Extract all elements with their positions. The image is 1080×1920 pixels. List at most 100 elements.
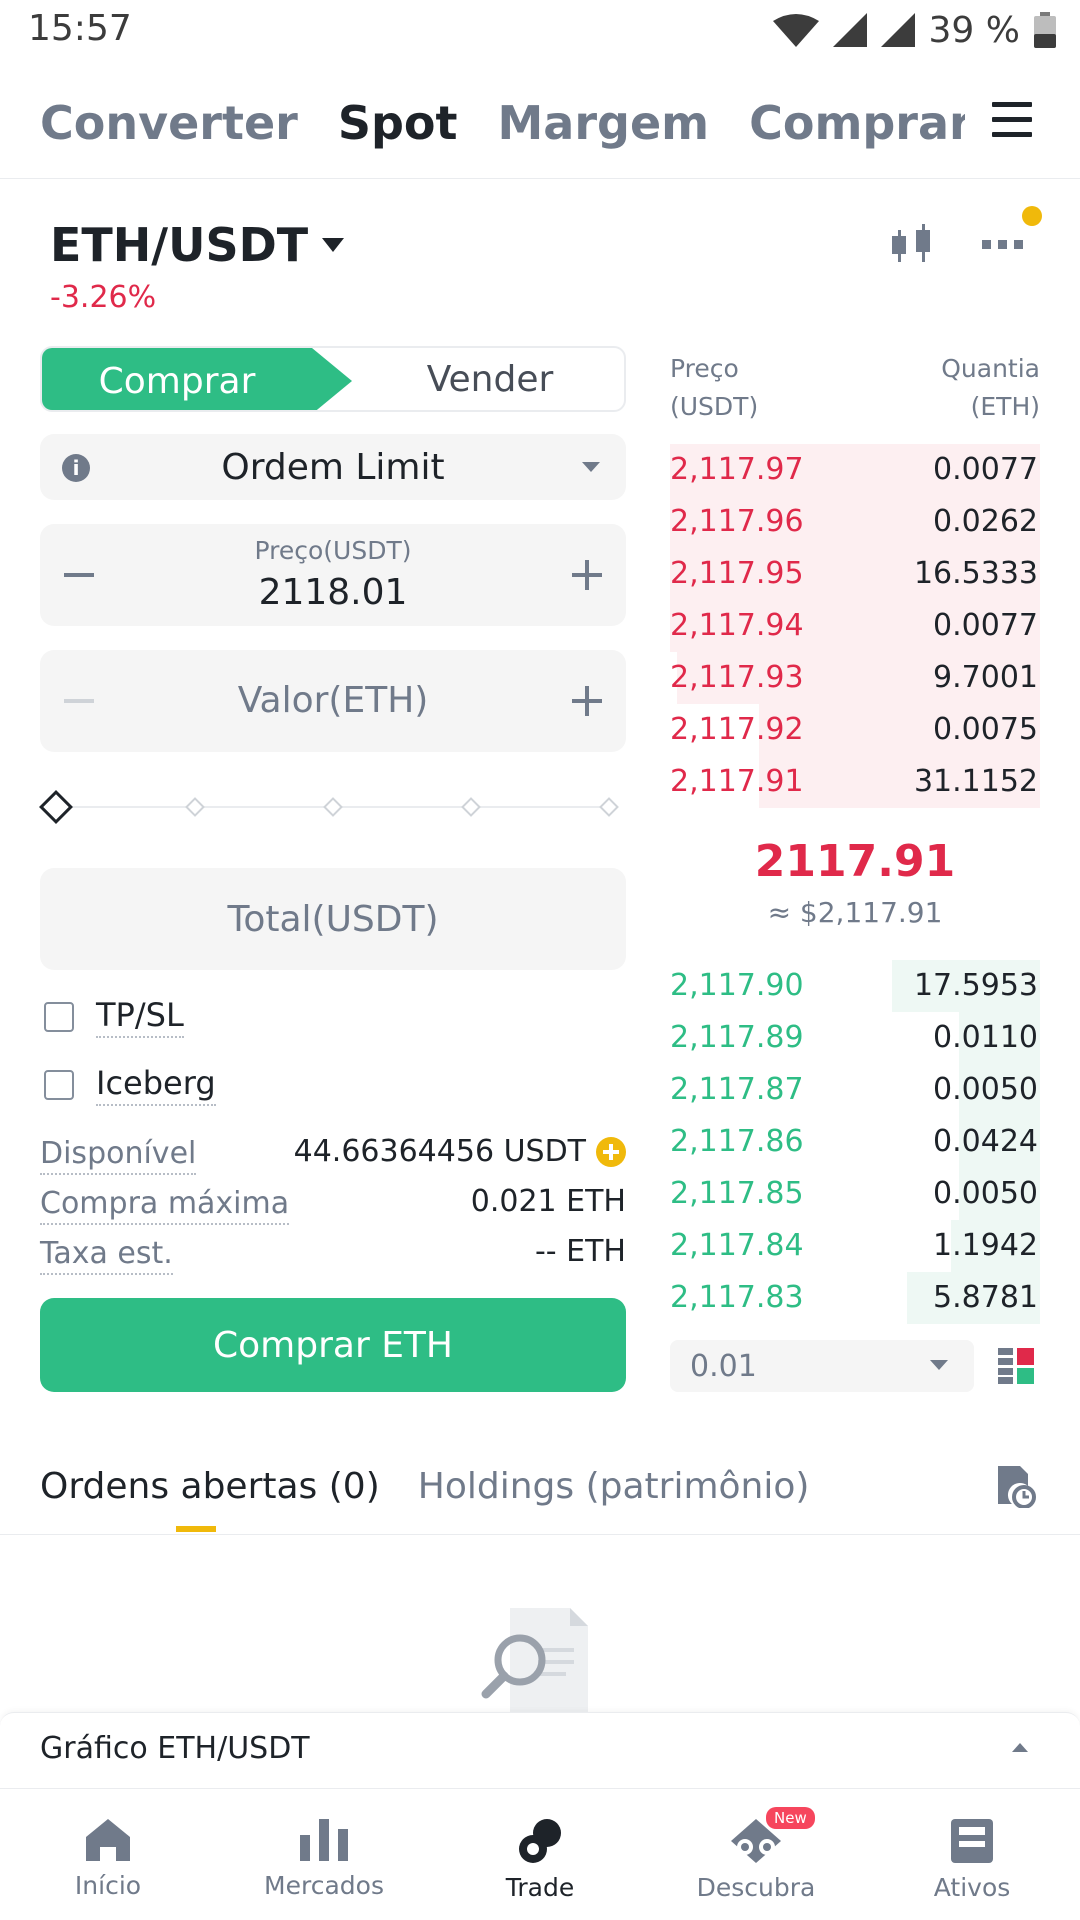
tpsl-label: TP/SL xyxy=(96,996,184,1038)
nav-mercados[interactable]: Mercados xyxy=(216,1789,432,1920)
home-icon xyxy=(86,1819,130,1861)
bid-qty: 1.1942 xyxy=(933,1228,1038,1263)
price-input[interactable]: Preço(USDT) 2118.01 xyxy=(40,524,626,626)
caret-down-icon xyxy=(322,238,345,252)
chart-drawer[interactable]: Gráfico ETH/USDT xyxy=(0,1712,1080,1788)
bid-row[interactable]: 2,117.89 0.0110 xyxy=(670,1012,1040,1064)
price-label: Preço(USDT) xyxy=(254,536,412,565)
depth-precision-select[interactable]: 0.01 xyxy=(670,1340,974,1392)
iceberg-option[interactable]: Iceberg xyxy=(44,1064,216,1106)
ask-row[interactable]: 2,117.93 9.7001 xyxy=(670,652,1040,704)
slider-step-50[interactable] xyxy=(323,797,343,817)
ask-price: 2,117.93 xyxy=(670,660,804,695)
nav-ativos[interactable]: Ativos xyxy=(864,1789,1080,1920)
bid-row[interactable]: 2,117.86 0.0424 xyxy=(670,1116,1040,1168)
signal-icon-2 xyxy=(880,13,915,47)
bid-price: 2,117.89 xyxy=(670,1020,804,1055)
sell-tab[interactable]: Vender xyxy=(352,348,624,410)
ask-qty: 16.5333 xyxy=(913,556,1038,591)
new-badge: New xyxy=(766,1807,815,1829)
bid-qty: 0.0110 xyxy=(933,1020,1038,1055)
add-funds-icon[interactable] xyxy=(596,1136,626,1167)
buy-tab[interactable]: Comprar xyxy=(42,348,352,410)
bid-row[interactable]: 2,117.84 1.1942 xyxy=(670,1220,1040,1272)
nav-trade[interactable]: Trade xyxy=(432,1789,648,1920)
ask-row[interactable]: 2,117.97 0.0077 xyxy=(670,444,1040,496)
amount-input[interactable]: Valor(ETH) xyxy=(40,650,626,752)
ask-row[interactable]: 2,117.94 0.0077 xyxy=(670,600,1040,652)
candlestick-chart-icon[interactable] xyxy=(888,222,936,266)
ask-price: 2,117.97 xyxy=(670,452,804,487)
slider-step-75[interactable] xyxy=(461,797,481,817)
ask-qty: 9.7001 xyxy=(933,660,1038,695)
orderbook-qty-unit: (ETH) xyxy=(970,392,1040,421)
last-price[interactable]: 2117.91 xyxy=(670,836,1040,887)
price-value[interactable]: 2118.01 xyxy=(40,572,626,613)
orderbook-price-unit: (USDT) xyxy=(670,392,759,421)
ask-qty: 31.1152 xyxy=(913,764,1038,799)
top-tabs: Converter Spot Margem Comprar/Vend xyxy=(40,96,965,156)
slider-step-25[interactable] xyxy=(185,797,205,817)
chevron-down-icon xyxy=(582,462,600,472)
bid-price: 2,117.85 xyxy=(670,1176,804,1211)
orderbook-qty-header: Quantia (ETH) xyxy=(941,350,1040,426)
ask-row[interactable]: 2,117.91 31.1152 xyxy=(670,756,1040,808)
ask-price: 2,117.96 xyxy=(670,504,804,539)
orderbook-layout-icon[interactable] xyxy=(998,1348,1034,1384)
ask-price: 2,117.95 xyxy=(670,556,804,591)
bid-price: 2,117.84 xyxy=(670,1228,804,1263)
tab-converter[interactable]: Converter xyxy=(40,96,298,156)
tpsl-checkbox[interactable] xyxy=(44,1002,74,1032)
bid-qty: 5.8781 xyxy=(933,1280,1038,1315)
signal-icon xyxy=(832,13,867,47)
ask-row[interactable]: 2,117.95 16.5333 xyxy=(670,548,1040,600)
last-price-usd: ≈ $2,117.91 xyxy=(767,896,943,929)
bid-price: 2,117.90 xyxy=(670,968,804,1003)
slider-handle[interactable] xyxy=(39,790,73,824)
bid-price: 2,117.83 xyxy=(670,1280,804,1315)
orderbook-price-label: Preço xyxy=(670,354,739,383)
tpsl-option[interactable]: TP/SL xyxy=(44,996,184,1038)
slider-step-100[interactable] xyxy=(599,797,619,817)
more-icon[interactable] xyxy=(982,238,1024,250)
order-type-select[interactable]: i Ordem Limit xyxy=(40,434,626,500)
divider xyxy=(0,1534,1080,1535)
tab-margem[interactable]: Margem xyxy=(498,96,710,156)
increase-amount-button[interactable] xyxy=(572,686,602,716)
ask-qty: 0.0077 xyxy=(933,608,1038,643)
chevron-down-icon xyxy=(930,1360,948,1370)
iceberg-checkbox[interactable] xyxy=(44,1070,74,1100)
ask-price: 2,117.91 xyxy=(670,764,804,799)
tab-holdings[interactable]: Holdings (patrimônio) xyxy=(418,1466,810,1507)
hamburger-menu-icon[interactable] xyxy=(992,102,1032,142)
ask-row[interactable]: 2,117.96 0.0262 xyxy=(670,496,1040,548)
tab-open-orders[interactable]: Ordens abertas (0) xyxy=(40,1466,380,1507)
ask-row[interactable]: 2,117.92 0.0075 xyxy=(670,704,1040,756)
pair-selector[interactable]: ETH/USDT xyxy=(50,218,345,272)
ask-price: 2,117.94 xyxy=(670,608,804,643)
markets-icon xyxy=(300,1819,348,1861)
amount-placeholder: Valor(ETH) xyxy=(237,680,429,721)
bid-row[interactable]: 2,117.87 0.0050 xyxy=(670,1064,1040,1116)
order-history-icon[interactable] xyxy=(996,1464,1036,1508)
chart-drawer-label: Gráfico ETH/USDT xyxy=(40,1731,310,1766)
info-icon[interactable]: i xyxy=(62,454,90,482)
buy-eth-button[interactable]: Comprar ETH xyxy=(40,1298,626,1392)
battery-percent: 39 % xyxy=(928,9,1020,51)
notification-dot xyxy=(1022,206,1042,226)
tab-spot[interactable]: Spot xyxy=(338,96,458,156)
divider xyxy=(0,178,1080,179)
nav-inicio[interactable]: Início xyxy=(0,1789,216,1920)
battery-icon xyxy=(1034,12,1056,48)
bid-row[interactable]: 2,117.83 5.8781 xyxy=(670,1272,1040,1324)
orders-tabs: Ordens abertas (0) Holdings (patrimônio) xyxy=(40,1466,809,1507)
status-icons: 39 % xyxy=(772,8,1056,52)
ask-qty: 0.0075 xyxy=(933,712,1038,747)
total-input[interactable]: Total(USDT) xyxy=(40,868,626,970)
increase-price-button[interactable] xyxy=(572,560,602,590)
fee-label: Taxa est. xyxy=(40,1236,173,1275)
bid-row[interactable]: 2,117.90 17.5953 xyxy=(670,960,1040,1012)
bid-row[interactable]: 2,117.85 0.0050 xyxy=(670,1168,1040,1220)
tab-comprar-vender[interactable]: Comprar/Vend xyxy=(749,96,965,156)
nav-descubra[interactable]: New Descubra xyxy=(648,1789,864,1920)
